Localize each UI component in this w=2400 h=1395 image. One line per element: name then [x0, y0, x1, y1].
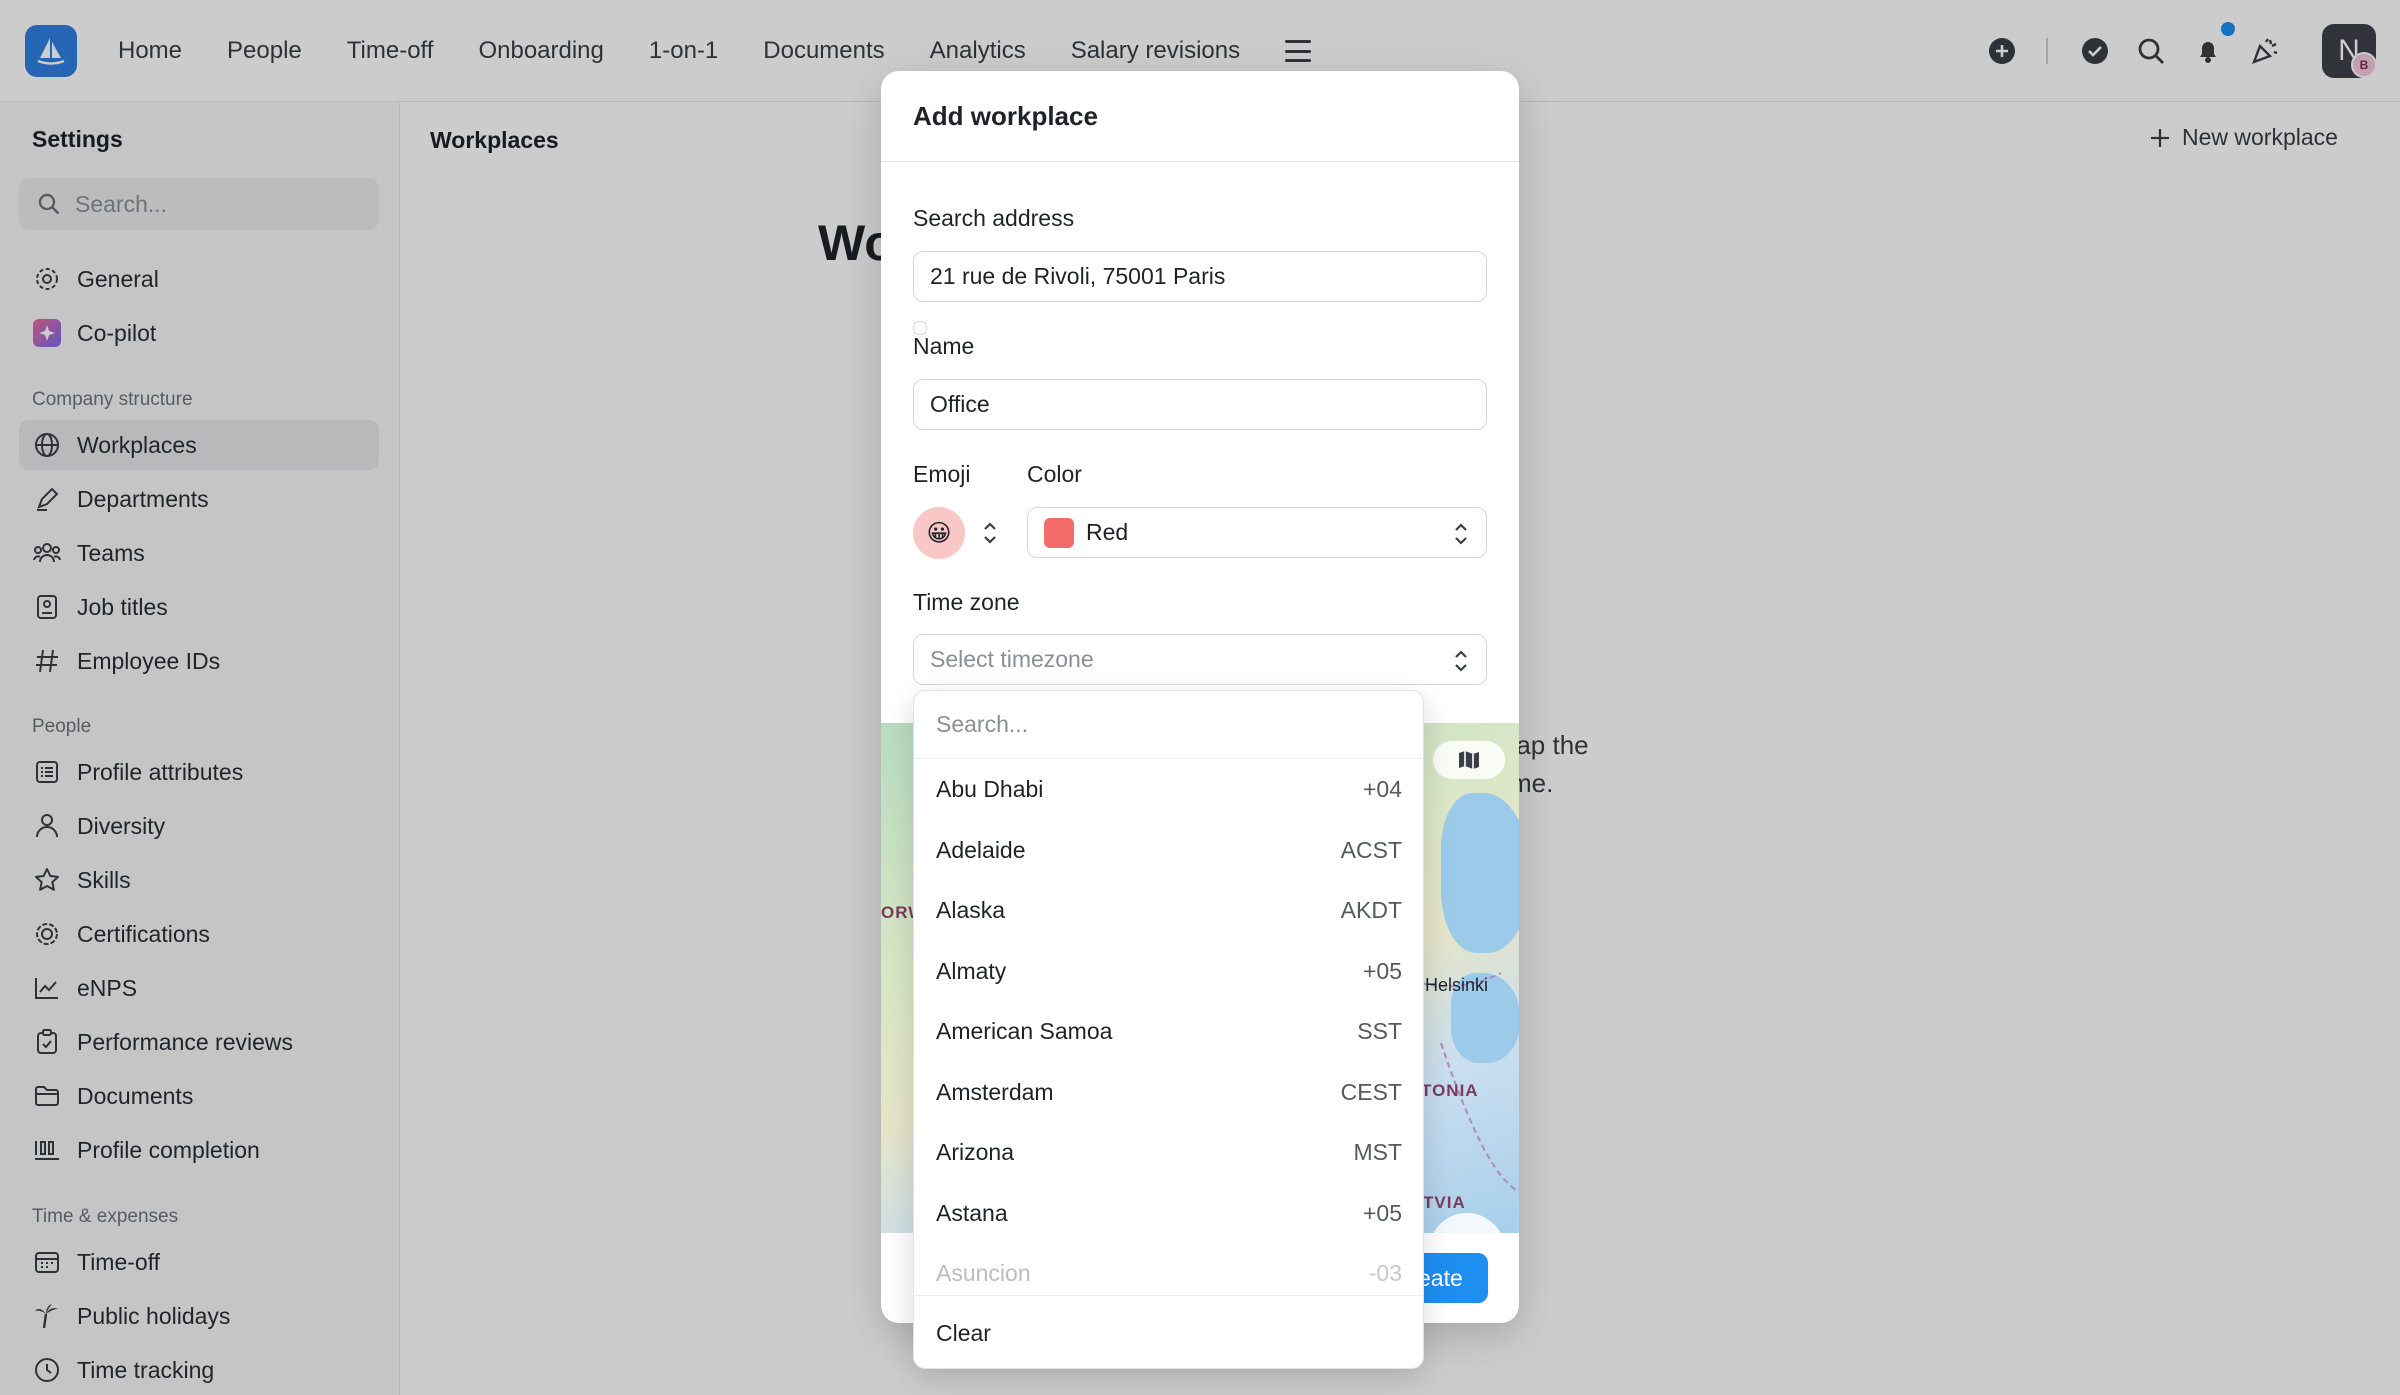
- map-country-label: TVIA: [1423, 1193, 1466, 1212]
- modal-title: Add workplace: [913, 100, 1098, 131]
- timezone-option[interactable]: Arizona MST: [914, 1122, 1423, 1182]
- chevron-up-down-icon[interactable]: [981, 520, 999, 546]
- name-input[interactable]: Office: [913, 379, 1487, 430]
- timezone-option[interactable]: Astana +05: [914, 1183, 1423, 1243]
- color-select[interactable]: Red: [1027, 507, 1487, 558]
- timezone-option[interactable]: Alaska AKDT: [914, 880, 1423, 940]
- map-country-label: TONIA: [1421, 1081, 1479, 1100]
- clear-timezone-button[interactable]: Clear: [914, 1295, 1423, 1368]
- color-swatch: [1044, 517, 1074, 548]
- map-icon: [1459, 751, 1479, 769]
- color-label: Color: [1027, 461, 1082, 487]
- timezone-option[interactable]: Asuncion -03: [914, 1243, 1423, 1303]
- modal-header: Add workplace: [881, 71, 1519, 162]
- chevron-up-down-icon: [1455, 650, 1467, 672]
- time-zone-label: Time zone: [913, 589, 1020, 615]
- timezone-select[interactable]: Select timezone: [913, 634, 1487, 685]
- timezone-options-list[interactable]: Abu Dhabi +04 Adelaide ACST Alaska AKDT …: [914, 759, 1423, 1303]
- emoji-label: Emoji: [913, 461, 971, 487]
- search-address-input[interactable]: 21 rue de Rivoli, 75001 Paris: [913, 251, 1487, 302]
- timezone-option[interactable]: Amsterdam CEST: [914, 1062, 1423, 1122]
- search-address-label: Search address: [913, 205, 1075, 231]
- emoji-picker-button[interactable]: 😀: [913, 507, 965, 559]
- map-type-button[interactable]: [1433, 741, 1505, 779]
- name-label: Name: [913, 333, 975, 359]
- timezone-option[interactable]: Abu Dhabi +04: [914, 759, 1423, 819]
- timezone-option[interactable]: American Samoa SST: [914, 1001, 1423, 1061]
- map-city-label: Helsinki: [1425, 975, 1489, 995]
- timezone-option[interactable]: Almaty +05: [914, 941, 1423, 1001]
- timezone-search-input[interactable]: Search...: [914, 691, 1423, 759]
- timezone-dropdown: Search... Abu Dhabi +04 Adelaide ACST Al…: [913, 690, 1424, 1369]
- chevron-up-down-icon: [1455, 523, 1467, 545]
- timezone-option[interactable]: Adelaide ACST: [914, 820, 1423, 880]
